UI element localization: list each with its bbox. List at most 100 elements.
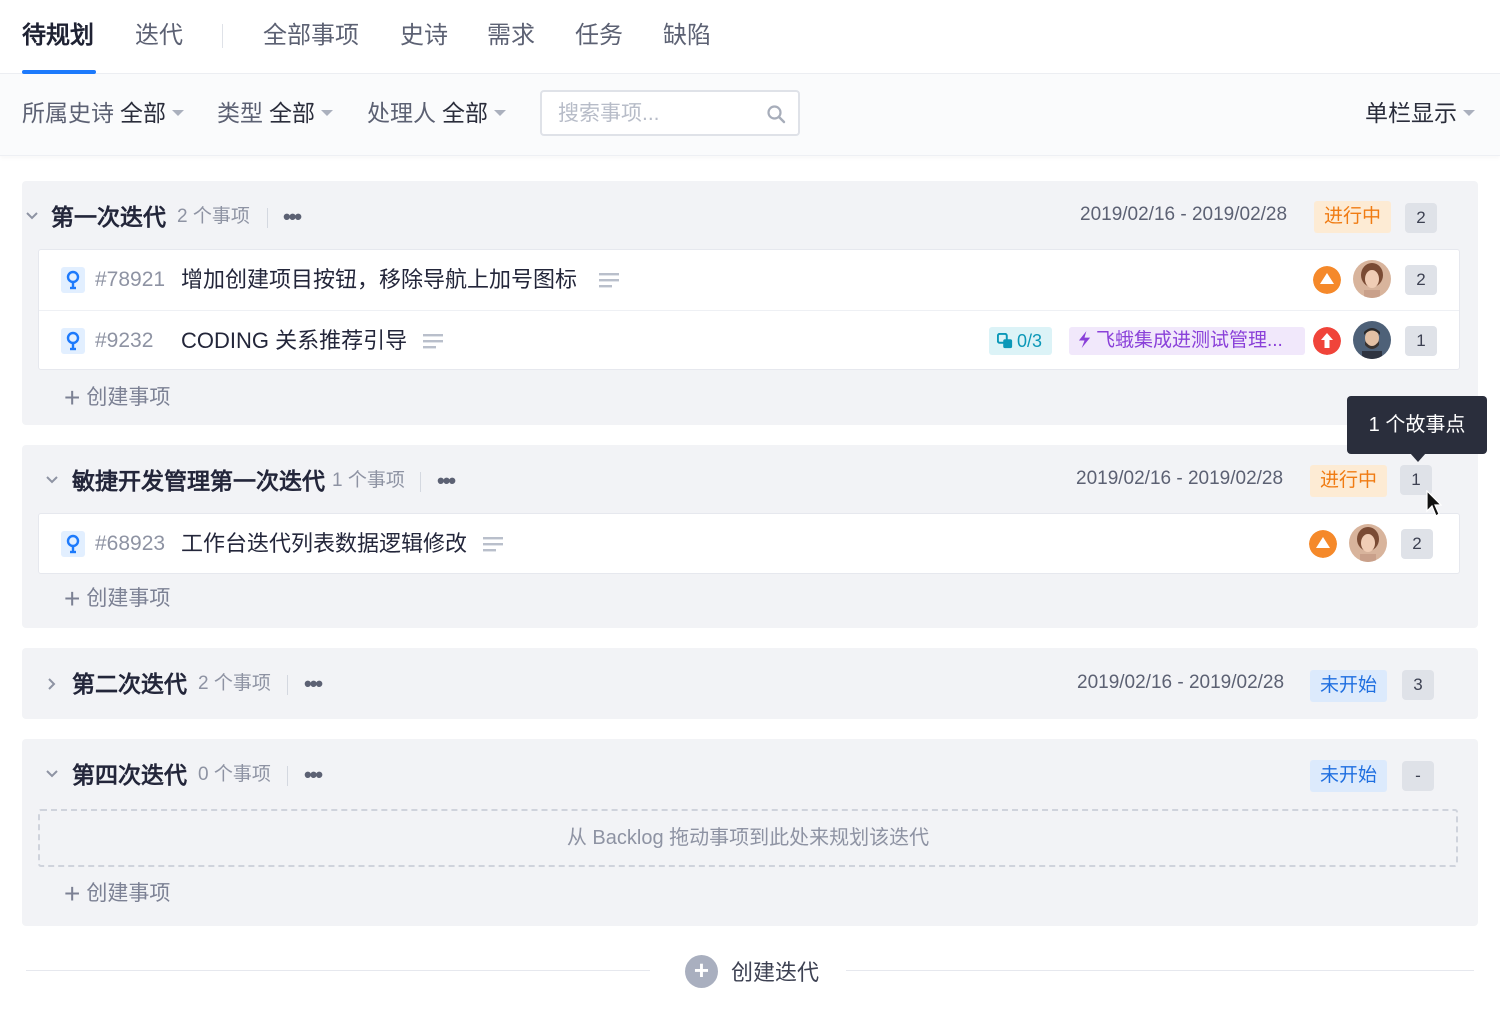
divider <box>846 970 1474 971</box>
caret-down-icon <box>172 110 184 117</box>
story-points-badge[interactable]: 2 <box>1405 203 1437 233</box>
more-icon[interactable]: ••• <box>304 764 323 786</box>
iteration-panel: 第四次迭代 0 个事项 ••• 未开始 - 从 Backlog 拖动事项到此处来… <box>22 739 1478 926</box>
requirement-icon <box>61 328 85 354</box>
more-icon[interactable]: ••• <box>283 206 302 228</box>
tab-all-items[interactable]: 全部事项 <box>263 20 359 52</box>
create-item-button[interactable]: + 创建事项 <box>64 384 170 412</box>
story-points-tooltip: 1 个故事点 <box>1347 396 1487 454</box>
list-item[interactable]: #78921 增加创建项目按钮，移除导航上加号图标 2 <box>39 250 1459 310</box>
chevron-right-icon[interactable] <box>44 676 60 692</box>
description-icon <box>423 334 443 349</box>
subtask-progress: 0/3 <box>1017 331 1043 351</box>
search-input[interactable] <box>558 100 758 128</box>
iteration-title[interactable]: 第四次迭代 <box>72 760 187 790</box>
epic-filter-value: 全部 <box>120 100 166 126</box>
chevron-down-icon[interactable] <box>44 472 60 488</box>
item-title[interactable]: 增加创建项目按钮，移除导航上加号图标 <box>181 265 577 295</box>
divider <box>287 766 288 786</box>
create-item-label: 创建事项 <box>86 587 171 610</box>
epic-filter[interactable]: 所属史诗 全部 <box>22 98 184 128</box>
list-item[interactable]: #9232 CODING 关系推荐引导 0/3 飞蛾集成进测试管理... 1 <box>39 310 1459 370</box>
tab-requirement[interactable]: 需求 <box>487 20 535 52</box>
search-box <box>540 90 800 136</box>
item-id: #78921 <box>95 268 166 291</box>
assignee-filter-value: 全部 <box>442 100 488 126</box>
type-filter-label: 类型 <box>217 100 263 126</box>
view-mode-select[interactable]: 单栏显示 <box>1365 98 1475 128</box>
epic-filter-label: 所属史诗 <box>22 100 114 126</box>
iteration-item-count: 2 个事项 <box>198 673 271 694</box>
related-item-label: 飞蛾集成进测试管理... <box>1096 330 1283 351</box>
plus-icon: + <box>64 583 81 614</box>
create-item-label: 创建事项 <box>86 882 171 905</box>
story-points-badge[interactable]: 3 <box>1402 670 1434 700</box>
chevron-down-icon[interactable] <box>44 766 60 782</box>
view-mode-value: 单栏显示 <box>1365 100 1457 126</box>
status-badge: 未开始 <box>1310 760 1388 792</box>
divider <box>267 208 268 228</box>
search-icon[interactable] <box>766 104 786 124</box>
avatar[interactable] <box>1353 260 1391 298</box>
status-badge: 进行中 <box>1314 201 1392 233</box>
tab-defect[interactable]: 缺陷 <box>663 20 711 52</box>
chevron-down-icon[interactable] <box>24 208 40 224</box>
tab-backlog[interactable]: 待规划 <box>22 20 94 52</box>
story-points-badge[interactable]: 2 <box>1401 529 1433 559</box>
iteration-item-count: 2 个事项 <box>177 206 250 227</box>
list-item[interactable]: #68923 工作台迭代列表数据逻辑修改 2 <box>39 514 1459 574</box>
iteration-title[interactable]: 敏捷开发管理第一次迭代 <box>72 466 325 496</box>
avatar[interactable] <box>1349 524 1387 562</box>
divider <box>420 472 421 492</box>
requirement-icon <box>61 267 85 293</box>
avatar[interactable] <box>1353 321 1391 359</box>
create-item-button[interactable]: + 创建事项 <box>64 880 170 908</box>
drop-zone[interactable]: 从 Backlog 拖动事项到此处来规划该迭代 <box>38 809 1458 867</box>
iteration-title[interactable]: 第一次迭代 <box>51 202 166 232</box>
tab-iteration[interactable]: 迭代 <box>135 20 183 52</box>
item-list: #68923 工作台迭代列表数据逻辑修改 2 <box>38 513 1460 574</box>
assignee-filter[interactable]: 处理人 全部 <box>367 98 506 128</box>
priority-medium-icon[interactable] <box>1309 530 1337 558</box>
more-icon[interactable]: ••• <box>304 673 323 695</box>
item-title[interactable]: 工作台迭代列表数据逻辑修改 <box>181 529 467 559</box>
assignee-filter-label: 处理人 <box>367 100 436 126</box>
priority-medium-icon[interactable] <box>1313 266 1341 294</box>
subtask-progress-tag[interactable]: 0/3 <box>989 327 1053 355</box>
story-points-badge[interactable]: 2 <box>1405 265 1437 295</box>
divider <box>287 675 288 695</box>
status-badge: 进行中 <box>1310 465 1388 497</box>
story-points-badge[interactable]: - <box>1402 761 1434 791</box>
requirement-icon <box>61 531 85 557</box>
item-title[interactable]: CODING 关系推荐引导 <box>181 326 407 356</box>
description-icon <box>483 537 503 552</box>
story-points-badge[interactable]: 1 <box>1405 326 1437 356</box>
lightning-icon <box>1078 331 1091 348</box>
plus-icon: + <box>64 878 81 909</box>
description-icon <box>599 273 619 288</box>
create-item-button[interactable]: + 创建事项 <box>64 585 170 613</box>
tab-task[interactable]: 任务 <box>575 20 623 52</box>
caret-down-icon <box>321 110 333 117</box>
iteration-panel: 第二次迭代 2 个事项 ••• 2019/02/16 - 2019/02/28 … <box>22 648 1478 719</box>
iteration-panel: 敏捷开发管理第一次迭代 1 个事项 ••• 2019/02/16 - 2019/… <box>22 445 1478 628</box>
top-tab-bar: 待规划 迭代 全部事项 史诗 需求 任务 缺陷 <box>0 0 1500 74</box>
create-item-label: 创建事项 <box>86 386 171 409</box>
more-icon[interactable]: ••• <box>437 470 456 492</box>
iteration-title[interactable]: 第二次迭代 <box>72 669 187 699</box>
subtask-icon <box>996 332 1013 349</box>
iteration-item-count: 1 个事项 <box>332 470 405 491</box>
related-item-tag[interactable]: 飞蛾集成进测试管理... <box>1069 327 1305 355</box>
iteration-dates: 2019/02/16 - 2019/02/28 <box>1077 672 1285 693</box>
tooltip-arrow <box>1410 453 1426 462</box>
tab-epic[interactable]: 史诗 <box>400 20 448 52</box>
filter-bar: 所属史诗全部 类型全部 处理人全部 单栏显示 <box>0 74 1500 156</box>
divider <box>26 970 650 971</box>
priority-high-icon[interactable] <box>1313 327 1341 355</box>
plus-icon: + <box>64 382 81 413</box>
type-filter-value: 全部 <box>269 100 315 126</box>
iteration-item-count: 0 个事项 <box>198 764 271 785</box>
iteration-dates: 2019/02/16 - 2019/02/28 <box>1076 468 1284 489</box>
mouse-cursor-icon <box>1426 490 1442 517</box>
type-filter[interactable]: 类型 全部 <box>217 98 333 128</box>
